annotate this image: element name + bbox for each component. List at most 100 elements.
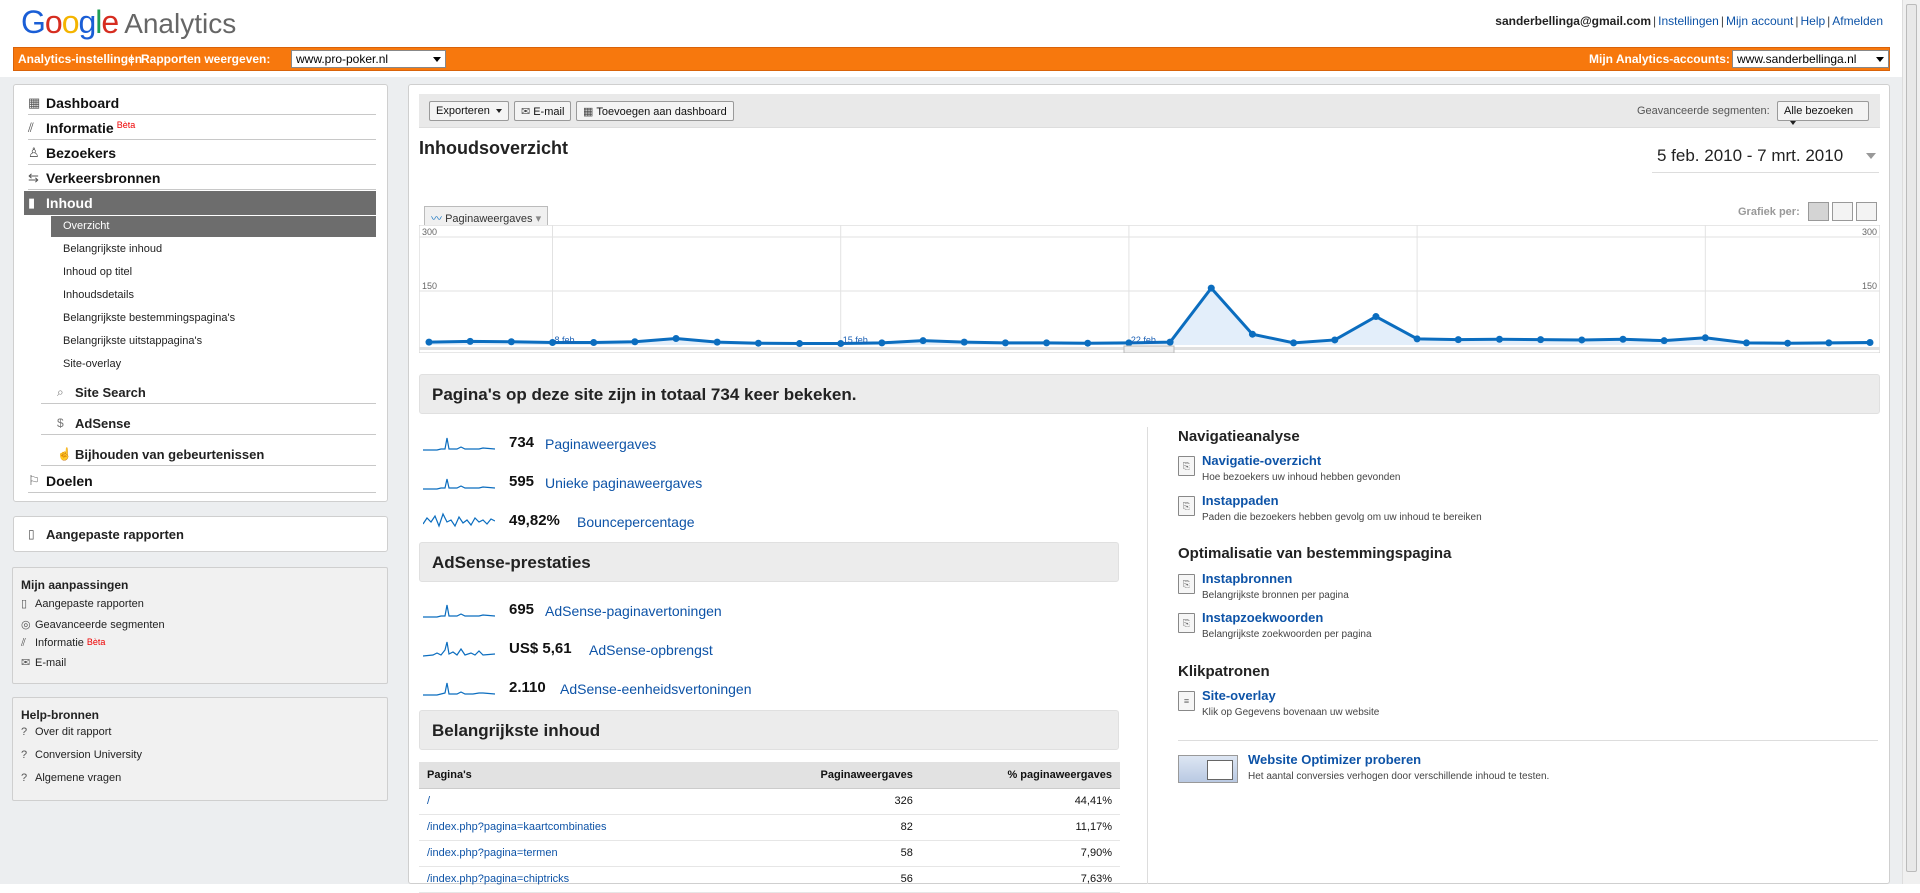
segments-select[interactable]: Alle bezoeken xyxy=(1777,101,1869,126)
data-point[interactable] xyxy=(1372,313,1380,321)
website-optimizer-link[interactable]: Website Optimizer proberen xyxy=(1248,752,1421,767)
data-point[interactable] xyxy=(1331,336,1339,344)
date-range-picker[interactable]: 5 feb. 2010 - 7 mrt. 2010 xyxy=(1652,139,1879,173)
nav-informatie[interactable]: ⫽ Informatie Bèta xyxy=(28,116,376,140)
help-conversion-university[interactable]: ? Conversion University xyxy=(21,749,142,761)
nav-inhoud-op-titel[interactable]: Inhoud op titel xyxy=(51,262,389,283)
data-point[interactable] xyxy=(466,337,474,345)
my-custom-reports-link[interactable]: ▯ Aangepaste rapporten xyxy=(21,597,144,610)
data-point[interactable] xyxy=(1825,339,1833,347)
nav-overzicht[interactable]: Overzicht xyxy=(51,216,376,237)
entry-keywords-link[interactable]: Instapzoekwoorden xyxy=(1202,610,1323,625)
my-account-link[interactable]: Mijn account xyxy=(1726,14,1793,28)
entry-keywords-item[interactable]: ⎘ Instapzoekwoorden Belangrijkste zoekwoor… xyxy=(1178,610,1868,646)
nav-dashboard[interactable]: ▦ Dashboard xyxy=(28,91,376,115)
email-button[interactable]: ✉ E-mail xyxy=(514,101,572,121)
nav-inhoud[interactable]: ▮ Inhoud xyxy=(24,191,376,215)
site-overlay-link[interactable]: Site-overlay xyxy=(1202,688,1276,703)
site-overlay-item[interactable]: ≡ Site-overlay Klik op Gegevens bovenaan u… xyxy=(1178,688,1868,724)
data-point[interactable] xyxy=(1290,339,1298,347)
signout-link[interactable]: Afmelden xyxy=(1832,14,1883,28)
export-button[interactable]: Exporteren xyxy=(429,101,509,121)
my-email-link[interactable]: ✉ E-mail xyxy=(21,656,66,669)
graph-week-button[interactable] xyxy=(1832,202,1853,221)
help-general-questions[interactable]: ? Algemene vragen xyxy=(21,772,121,784)
page-link[interactable]: /index.php?pagina=kaartcombinaties xyxy=(419,814,742,841)
nav-site-search[interactable]: ⌕ Site Search xyxy=(41,380,376,404)
metric-selector[interactable]: 〰 Paginaweergaves ▾ xyxy=(424,206,549,226)
data-point[interactable] xyxy=(1084,339,1092,347)
data-point[interactable] xyxy=(1537,336,1545,344)
adsense-unit-impressions-link[interactable]: AdSense-eenheidsvertoningen xyxy=(560,681,751,697)
column-header[interactable]: % paginaweergaves xyxy=(920,762,1120,789)
entry-sources-item[interactable]: ⎘ Instapbronnen Belangrijkste bronnen per … xyxy=(1178,571,1868,607)
data-point[interactable] xyxy=(631,338,639,346)
data-point[interactable] xyxy=(1701,334,1709,342)
help-link[interactable]: Help xyxy=(1800,14,1825,28)
nav-overview-link[interactable]: Navigatie-overzicht xyxy=(1202,453,1321,468)
custom-reports-link[interactable]: Aangepaste rapporten xyxy=(46,527,184,542)
data-point[interactable] xyxy=(1454,336,1462,344)
nav-overview-item[interactable]: ⎘ Navigatie-overzicht Hoe bezoekers uw inh… xyxy=(1178,453,1868,489)
website-optimizer-item[interactable]: Website Optimizer proberen Het aantal con… xyxy=(1224,752,1864,788)
unique-pageviews-link[interactable]: Unieke paginaweergaves xyxy=(545,475,702,491)
data-point[interactable] xyxy=(1495,335,1503,343)
data-point[interactable] xyxy=(507,338,515,346)
nav-verkeersbronnen[interactable]: ⇆ Verkeersbronnen xyxy=(28,166,376,190)
adsense-page-impressions-link[interactable]: AdSense-paginavertoningen xyxy=(545,603,722,619)
nav-doelen[interactable]: ⚐ Doelen xyxy=(28,469,376,493)
nav-inhoudsdetails[interactable]: Inhoudsdetails xyxy=(51,285,389,306)
adsense-revenue-link[interactable]: AdSense-opbrengst xyxy=(589,642,713,658)
accounts-select[interactable]: www.sanderbellinga.nl xyxy=(1732,50,1889,68)
reports-select[interactable]: www.pro-poker.nl xyxy=(291,50,446,68)
page-link[interactable]: /index.php?pagina=chiptricks xyxy=(419,866,742,893)
page-link[interactable]: /index.php?pagina=termen xyxy=(419,840,742,867)
nav-bezoekers[interactable]: ♙ Bezoekers xyxy=(28,141,376,165)
add-to-dashboard-button[interactable]: ▦ Toevoegen aan dashboard xyxy=(576,101,734,121)
nav-events[interactable]: ☝ Bijhouden van gebeurtenissen xyxy=(41,442,376,466)
data-point[interactable] xyxy=(1742,339,1750,347)
data-point[interactable] xyxy=(713,338,721,346)
data-point[interactable] xyxy=(1578,336,1586,344)
settings-link[interactable]: Instellingen xyxy=(1658,14,1719,28)
analytics-settings-link[interactable]: Analytics-instellingen xyxy=(18,52,142,66)
data-point[interactable] xyxy=(1660,337,1668,345)
scrollbar-thumb[interactable] xyxy=(1906,4,1917,872)
data-point[interactable] xyxy=(672,335,680,343)
column-header[interactable]: Paginaweergaves xyxy=(741,762,921,789)
data-point[interactable] xyxy=(1207,284,1215,292)
my-informatie-link[interactable]: ⫽ Informatie Bèta xyxy=(21,637,105,650)
data-point[interactable] xyxy=(1001,339,1009,347)
data-point[interactable] xyxy=(754,339,762,347)
custom-reports-panel[interactable]: ▯ Aangepaste rapporten xyxy=(13,516,388,552)
entry-paths-link[interactable]: Instappaden xyxy=(1202,493,1279,508)
help-about-report[interactable]: ? Over dit rapport xyxy=(21,726,111,738)
data-point[interactable] xyxy=(919,337,927,345)
data-point[interactable] xyxy=(425,338,433,346)
window-scrollbar[interactable] xyxy=(1902,0,1920,884)
data-point[interactable] xyxy=(1619,335,1627,343)
data-point[interactable] xyxy=(590,338,598,346)
nav-adsense[interactable]: $ AdSense xyxy=(41,411,376,435)
chart-scroll-handle[interactable] xyxy=(1123,345,1175,353)
google-analytics-logo[interactable]: Google Analytics xyxy=(21,4,236,41)
nav-belangrijkste-inhoud[interactable]: Belangrijkste inhoud xyxy=(51,239,389,260)
column-header[interactable]: Pagina's xyxy=(419,762,742,789)
data-point[interactable] xyxy=(1784,339,1792,347)
graph-month-button[interactable] xyxy=(1856,202,1877,221)
data-point[interactable] xyxy=(1413,335,1421,343)
nav-uitstappaginas[interactable]: Belangrijkste uitstappagina's xyxy=(51,331,389,352)
data-point[interactable] xyxy=(1043,339,1051,347)
graph-day-button[interactable] xyxy=(1808,202,1829,221)
page-link[interactable]: / xyxy=(419,788,742,815)
data-point[interactable] xyxy=(1166,338,1174,346)
bounce-rate-link[interactable]: Bouncepercentage xyxy=(577,514,695,530)
data-point[interactable] xyxy=(1866,338,1874,346)
entry-sources-link[interactable]: Instapbronnen xyxy=(1202,571,1292,586)
data-point[interactable] xyxy=(878,339,886,347)
data-point[interactable] xyxy=(796,340,804,348)
nav-site-overlay[interactable]: Site-overlay xyxy=(51,354,389,375)
pageviews-link[interactable]: Paginaweergaves xyxy=(545,436,656,452)
nav-bestemmingspaginas[interactable]: Belangrijkste bestemmingspagina's xyxy=(51,308,389,329)
data-point[interactable] xyxy=(1248,330,1256,338)
